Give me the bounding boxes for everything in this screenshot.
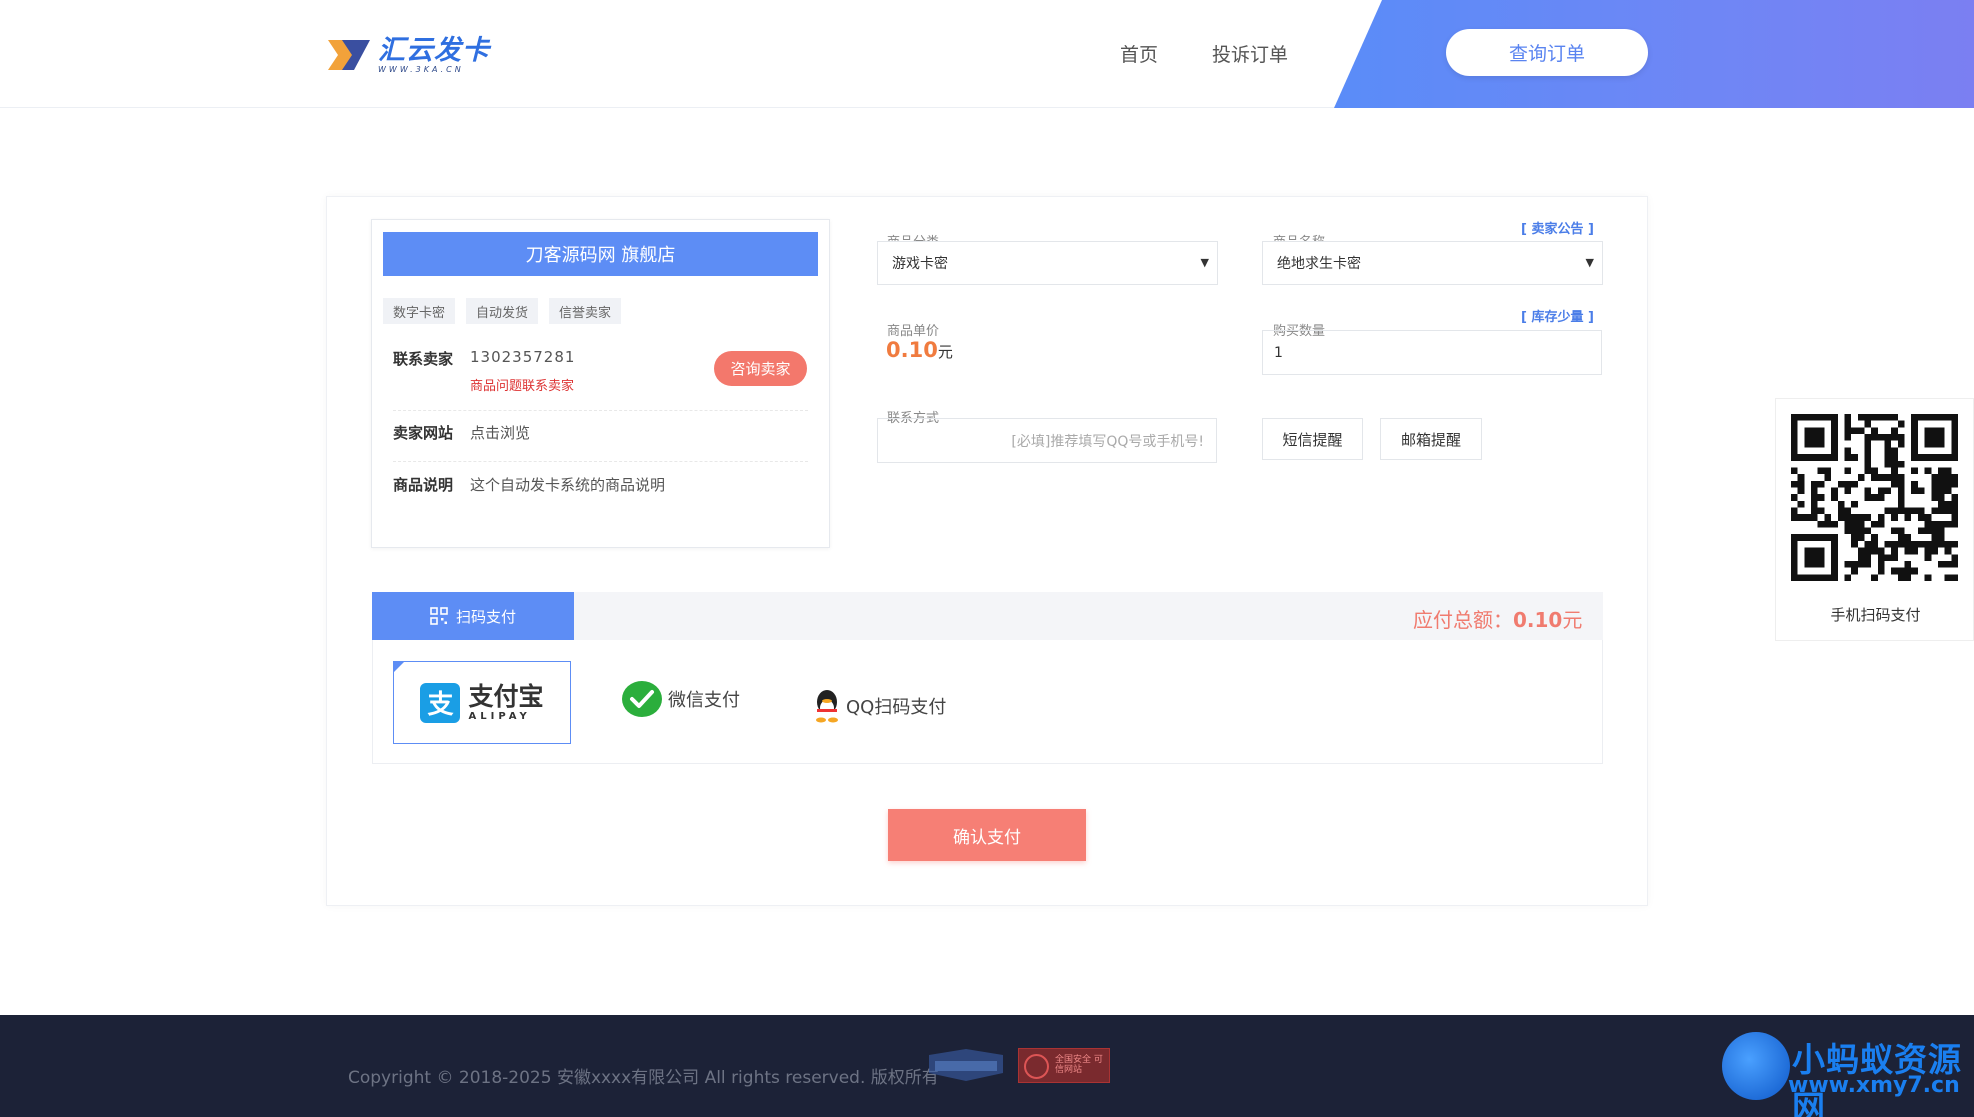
- qr-code-image: [1791, 414, 1958, 581]
- alipay-option[interactable]: 支 支付宝 ALIPAY: [393, 661, 571, 744]
- qq-penguin-icon: [816, 690, 838, 723]
- category-value: 游戏卡密: [892, 256, 948, 272]
- wechat-pay-label: 微信支付: [668, 690, 740, 711]
- verified-badge-icon: [929, 1049, 1003, 1081]
- product-name-select[interactable]: 绝地求生卡密 ▼: [1262, 241, 1603, 285]
- email-reminder-button[interactable]: 邮箱提醒: [1380, 418, 1482, 460]
- tab-scan-pay[interactable]: 扫码支付: [372, 592, 574, 640]
- price-value: 0.10元: [886, 338, 953, 362]
- shop-tag: 信誉卖家: [549, 298, 622, 324]
- tab-scan-pay-label: 扫码支付: [455, 607, 516, 626]
- mobile-qr-panel: 手机扫码支付: [1775, 398, 1974, 641]
- header: 汇云发卡 WWW.3KA.CN 首页 投诉订单 查询订单: [0, 0, 1974, 108]
- consult-seller-button[interactable]: 咨询卖家: [714, 351, 807, 386]
- contact-input[interactable]: [必填]推荐填写QQ号或手机号!: [877, 418, 1217, 463]
- nav-home[interactable]: 首页: [1120, 40, 1158, 67]
- shop-tag: 数字卡密: [383, 298, 456, 324]
- site-logo[interactable]: 汇云发卡 WWW.3KA.CN: [328, 36, 490, 74]
- category-select[interactable]: 游戏卡密 ▼: [877, 241, 1218, 285]
- seller-notice-link[interactable]: [ 卖家公告 ]: [1521, 218, 1594, 237]
- qq-pay-label: QQ扫码支付: [846, 697, 947, 718]
- seal-icon: [1024, 1054, 1049, 1079]
- contact-label: 联系卖家: [393, 350, 454, 368]
- site-label: 卖家网站: [393, 424, 454, 442]
- stock-notice: [ 库存少量 ]: [1521, 310, 1594, 325]
- desc-label: 商品说明: [393, 476, 454, 494]
- selected-corner: [393, 661, 405, 673]
- total-amount: 应付总额：0.10元: [1413, 608, 1583, 632]
- watermark-url: www.xmy7.cn: [1788, 1073, 1960, 1098]
- alipay-icon: 支: [420, 682, 461, 723]
- watermark-logo-icon: [1722, 1032, 1790, 1100]
- nav-complaint[interactable]: 投诉订单: [1212, 40, 1288, 67]
- quantity-input[interactable]: 1: [1262, 330, 1602, 375]
- wechat-icon: [622, 681, 662, 717]
- shop-tags: 数字卡密 自动发货 信誉卖家: [383, 298, 622, 324]
- qr-caption: 手机扫码支付: [1830, 606, 1921, 624]
- price-label: 商品单价: [887, 324, 940, 339]
- shop-tag: 自动发货: [466, 298, 539, 324]
- header-accent-band: [1334, 0, 1974, 108]
- desc-row: 商品说明 这个自动发卡系统的商品说明: [393, 474, 808, 514]
- contact-placeholder: [必填]推荐填写QQ号或手机号!: [1011, 433, 1204, 450]
- shop-title: 刀客源码网 旗舰店: [383, 232, 818, 276]
- contact-warning: 商品问题联系卖家: [470, 379, 575, 394]
- site-link[interactable]: 点击浏览: [470, 422, 530, 443]
- sms-reminder-button[interactable]: 短信提醒: [1262, 418, 1363, 460]
- query-order-button[interactable]: 查询订单: [1446, 29, 1648, 76]
- chevron-down-icon: ▼: [1585, 256, 1594, 269]
- logo-title: 汇云发卡: [378, 34, 490, 66]
- confirm-pay-button[interactable]: 确认支付: [888, 809, 1086, 861]
- alipay-label: 支付宝: [468, 681, 544, 711]
- site-row: 卖家网站 点击浏览: [393, 422, 808, 462]
- logo-mark-icon: [328, 40, 370, 70]
- main-nav: 首页 投诉订单: [1120, 40, 1288, 67]
- chevron-down-icon: ▼: [1200, 256, 1209, 269]
- trusted-site-badge: 全国安全 可信网站: [1018, 1048, 1110, 1083]
- desc-value: 这个自动发卡系统的商品说明: [470, 476, 666, 494]
- footer-copyright: Copyright © 2018-2025 安徽xxxx有限公司 All rig…: [348, 1068, 939, 1088]
- alipay-sublabel: ALIPAY: [468, 710, 531, 722]
- logo-subtitle: WWW.3KA.CN: [378, 64, 464, 74]
- qr-code-icon: [430, 607, 448, 625]
- wechat-pay-option[interactable]: 微信支付: [620, 679, 740, 719]
- qq-pay-option[interactable]: QQ扫码支付: [812, 688, 946, 724]
- product-name-value: 绝地求生卡密: [1277, 256, 1361, 272]
- contact-phone: 1302357281: [470, 348, 576, 366]
